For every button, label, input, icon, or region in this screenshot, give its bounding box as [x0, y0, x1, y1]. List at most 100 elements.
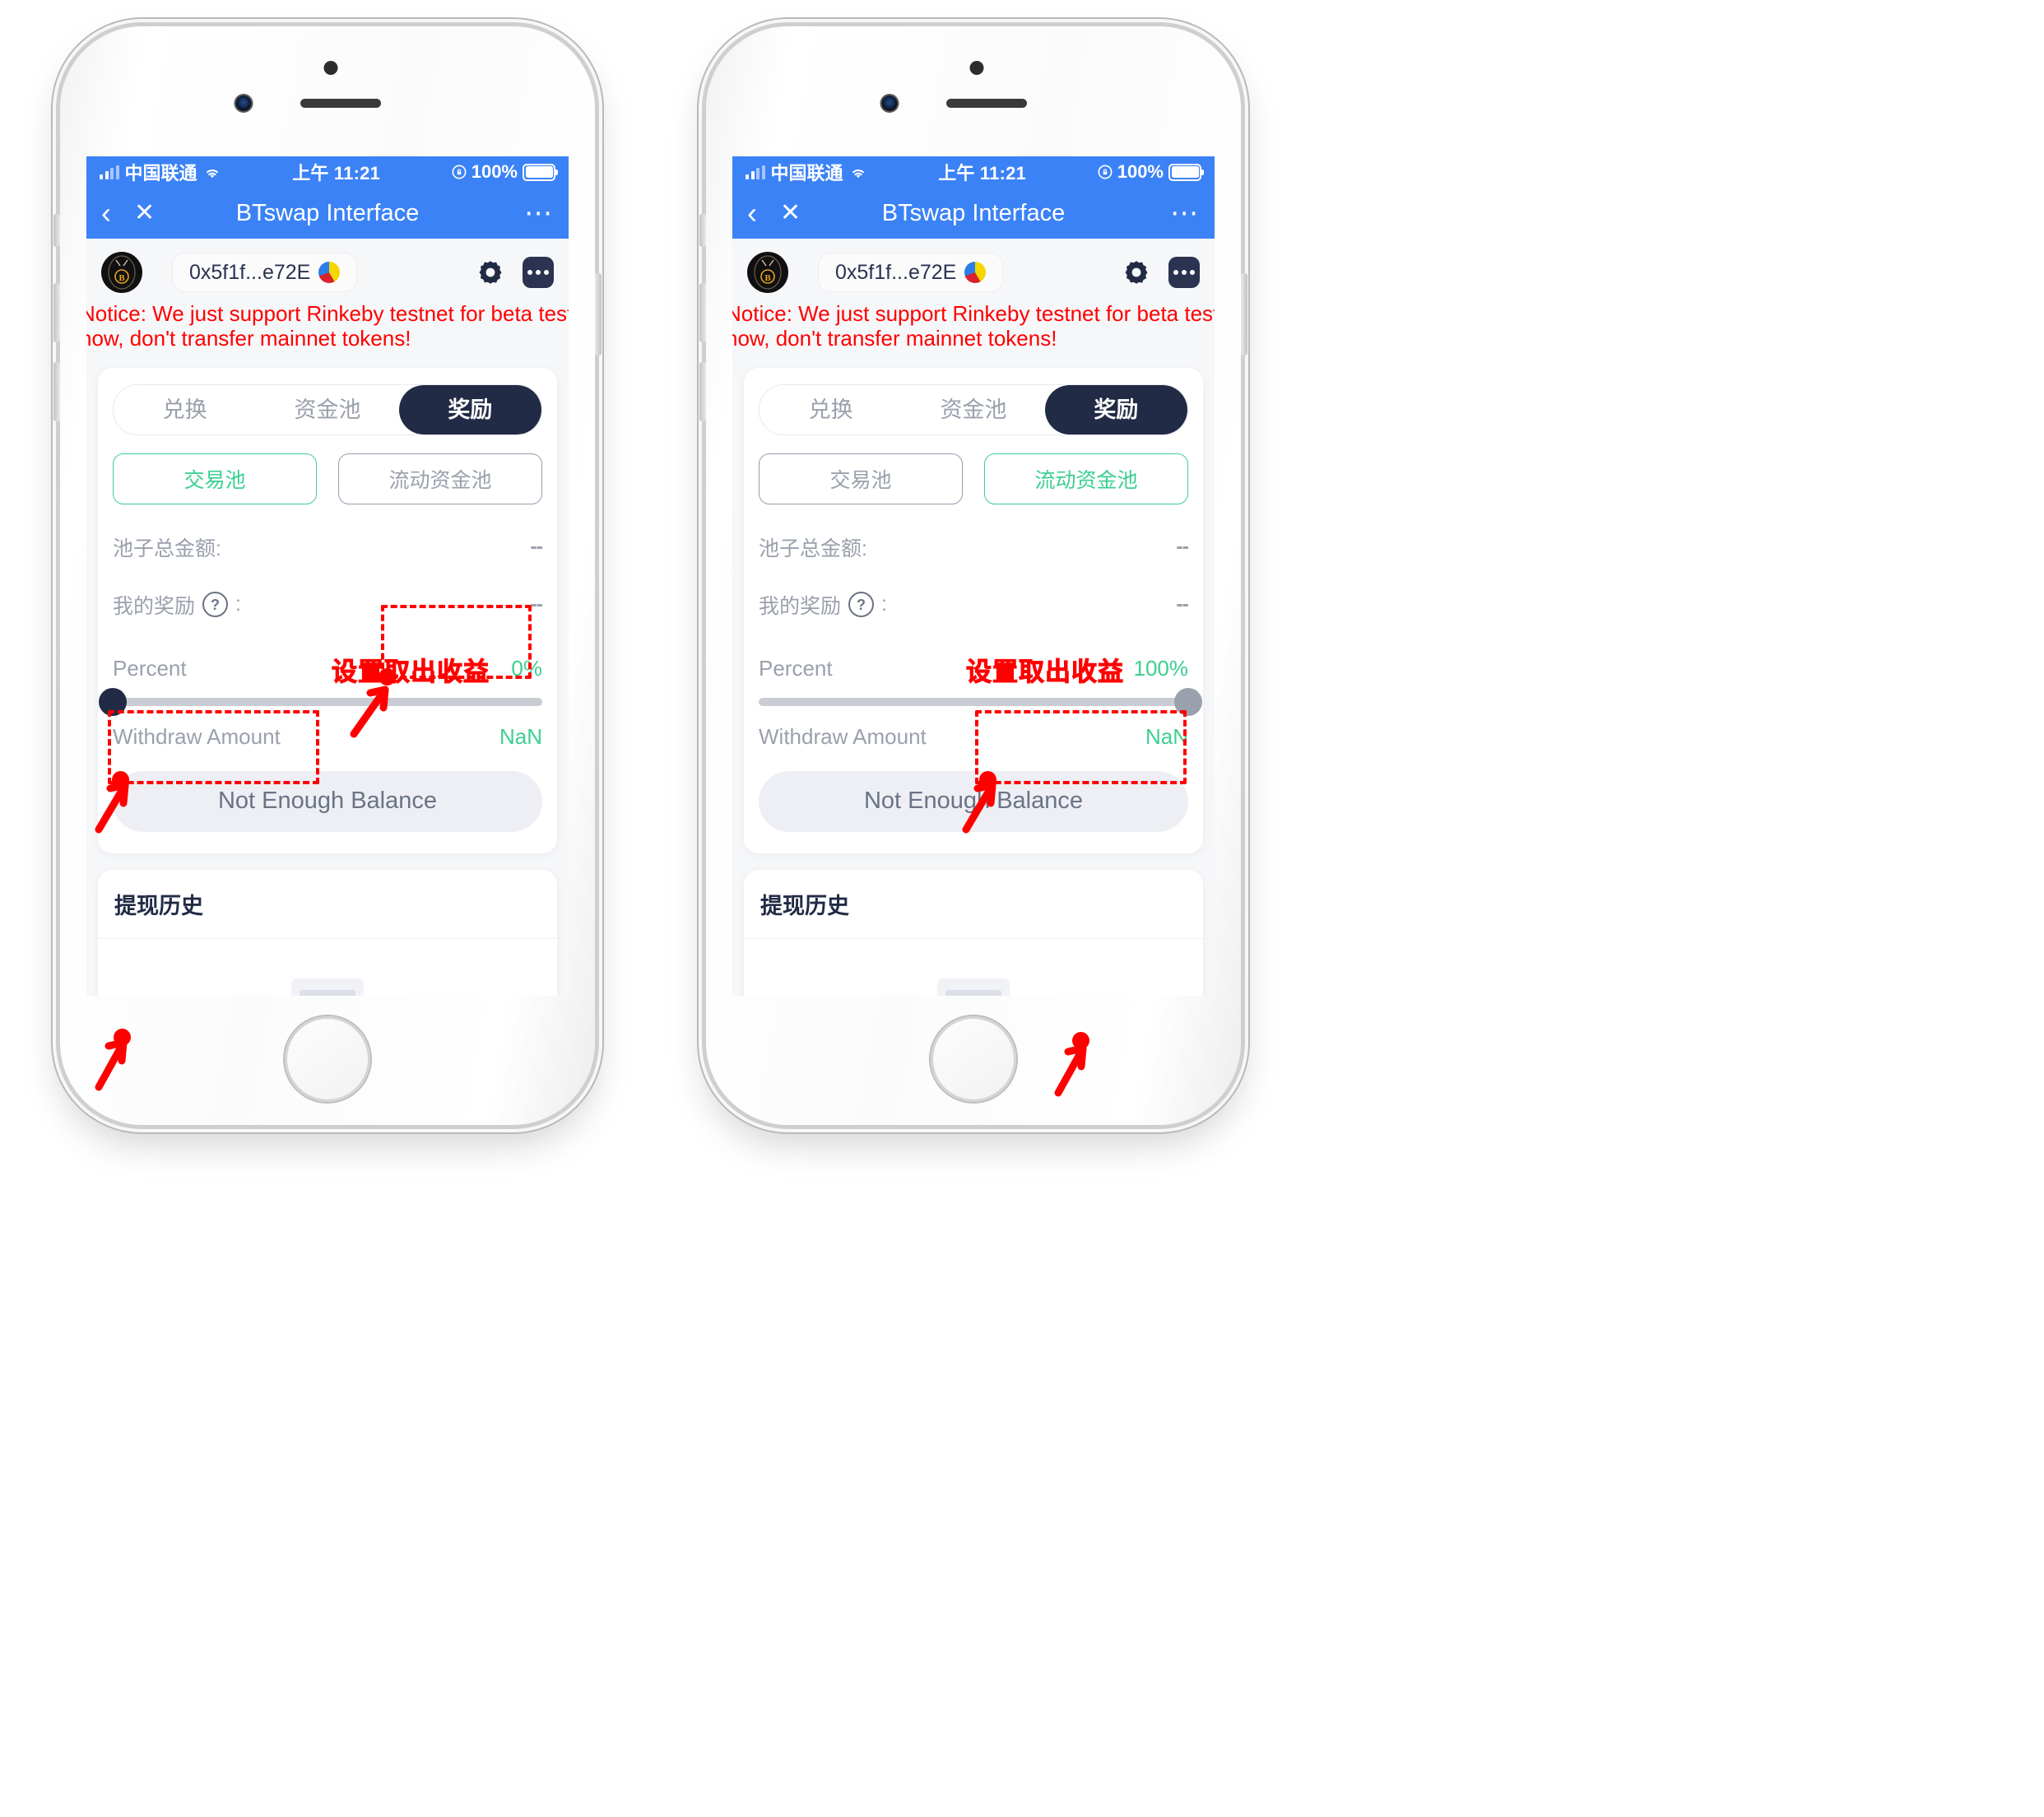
- notice-line-2: now, don't transfer mainnet tokens!: [732, 326, 1057, 351]
- wifi-icon: [852, 169, 864, 178]
- pool-option-liquidity[interactable]: 流动资金池: [338, 453, 542, 504]
- withdraw-row: Withdraw Amount NaN: [113, 724, 542, 750]
- tab-rewards[interactable]: 奖励: [398, 384, 541, 434]
- back-chevron-icon[interactable]: ‹: [101, 198, 111, 228]
- power-button[interactable]: [1241, 273, 1247, 356]
- volume-up-button[interactable]: [699, 283, 706, 342]
- percent-slider-handle[interactable]: [1174, 687, 1202, 716]
- wallet-address-pill[interactable]: 0x5f1f...e72E: [818, 253, 1004, 292]
- history-empty-state: [744, 939, 1203, 996]
- earpiece-speaker: [946, 99, 1027, 108]
- more-dots-icon[interactable]: ⋯: [524, 198, 554, 227]
- testnet-notice: Notice: We just support Rinkeby testnet …: [86, 298, 569, 358]
- pool-option-liquidity[interactable]: 流动资金池: [984, 453, 1188, 504]
- more-menu-icon[interactable]: [1168, 257, 1200, 288]
- back-chevron-icon[interactable]: ‹: [747, 198, 757, 228]
- history-card: 提现历史: [98, 869, 557, 996]
- wallet-bar: B 0x5f1f...e72E: [732, 239, 1215, 298]
- history-card: 提现历史: [744, 869, 1203, 996]
- notice-line-2: now, don't transfer mainnet tokens!: [86, 326, 411, 351]
- volume-up-button[interactable]: [53, 283, 60, 342]
- wifi-icon: [206, 169, 218, 178]
- wallet-address-label: 0x5f1f...e72E: [835, 260, 957, 284]
- close-x-icon[interactable]: ✕: [780, 201, 801, 225]
- status-bar-left: 中国联通: [100, 159, 221, 185]
- submit-button[interactable]: Not Enough Balance: [759, 770, 1188, 832]
- proximity-sensor-icon: [323, 61, 338, 75]
- submit-button[interactable]: Not Enough Balance: [113, 770, 542, 832]
- silent-switch[interactable]: [53, 214, 60, 247]
- history-title: 提现历史: [98, 870, 557, 939]
- info-label-total: 池子总金额:: [759, 537, 867, 560]
- info-value-reward: --: [530, 592, 543, 616]
- wallet-address-pill[interactable]: 0x5f1f...e72E: [172, 253, 358, 292]
- status-bar: 中国联通 上午 11:21 100%: [86, 156, 569, 188]
- question-mark-icon[interactable]: ?: [848, 592, 875, 618]
- withdraw-label: Withdraw Amount: [759, 723, 927, 749]
- app-nav-bar: ‹ ✕ BTswap Interface ⋯: [732, 188, 1215, 239]
- percent-slider-handle[interactable]: [99, 687, 127, 716]
- status-bar-left: 中国联通: [746, 159, 867, 185]
- svg-text:B: B: [118, 273, 125, 283]
- phone-screen-left: 中国联通 上午 11:21 100% ‹ ✕ BTswap Interface …: [86, 156, 569, 996]
- percent-slider-track[interactable]: [99, 687, 542, 716]
- info-label-reward-wrap: 我的奖励 ? :: [759, 590, 887, 620]
- pie-avatar-icon: [964, 262, 987, 283]
- page-title: BTswap Interface: [881, 199, 1066, 226]
- pool-option-trading[interactable]: 交易池: [113, 453, 317, 504]
- gear-icon[interactable]: [1122, 258, 1150, 286]
- silent-switch[interactable]: [699, 214, 706, 247]
- home-button[interactable]: [285, 1016, 370, 1102]
- rewards-card: 兑换 资金池 奖励 交易池 流动资金池 池子总金额: -- 我的奖励 ?: -…: [98, 367, 557, 853]
- percent-label: Percent: [759, 655, 833, 681]
- rotation-lock-icon: [452, 165, 467, 179]
- tab-pool[interactable]: 资金池: [256, 385, 398, 434]
- home-button[interactable]: [931, 1016, 1016, 1102]
- info-value-total: --: [530, 535, 543, 559]
- pie-avatar-icon: [318, 262, 341, 283]
- tab-swap[interactable]: 兑换: [760, 385, 902, 434]
- info-label-total: 池子总金额:: [113, 537, 221, 560]
- percent-value: 0%: [511, 655, 542, 681]
- info-row-reward: 我的奖励 ? : --: [759, 590, 1189, 620]
- btswap-bee-logo-icon: B: [101, 252, 142, 293]
- info-label-reward-colon: :: [881, 592, 887, 616]
- app-nav-bar: ‹ ✕ BTswap Interface ⋯: [86, 188, 569, 239]
- info-row-total: 池子总金额: --: [113, 532, 543, 562]
- info-value-total: --: [1176, 535, 1189, 559]
- earpiece-speaker: [300, 99, 381, 108]
- question-mark-icon[interactable]: ?: [202, 592, 229, 618]
- gear-icon[interactable]: [476, 258, 504, 286]
- wallet-bar: B 0x5f1f...e72E: [86, 239, 569, 298]
- volume-down-button[interactable]: [699, 362, 706, 421]
- tab-swap[interactable]: 兑换: [114, 385, 256, 434]
- screenshot-stage: 中国联通 上午 11:21 100% ‹ ✕ BTswap Interface …: [0, 0, 2044, 1817]
- more-dots-icon[interactable]: ⋯: [1170, 198, 1200, 227]
- empty-document-icon: [924, 974, 1023, 996]
- phone-device-left: 中国联通 上午 11:21 100% ‹ ✕ BTswap Interface …: [53, 26, 602, 1125]
- status-time: 上午 11:21: [292, 163, 380, 184]
- annotation-callout-left: 设置取出收益: [332, 657, 490, 686]
- info-label-reward: 我的奖励: [113, 594, 196, 618]
- pool-option-trading[interactable]: 交易池: [759, 453, 963, 504]
- status-bar-right: 100%: [452, 161, 558, 183]
- signal-bars-icon: [100, 165, 119, 179]
- power-button[interactable]: [595, 273, 602, 356]
- svg-text:B: B: [764, 273, 771, 283]
- empty-document-icon: [278, 974, 377, 996]
- volume-down-button[interactable]: [53, 362, 60, 421]
- carrier-label: 中国联通: [770, 163, 843, 184]
- signal-bars-icon: [746, 165, 765, 179]
- mode-tabs: 兑换 资金池 奖励: [759, 383, 1188, 435]
- tab-rewards[interactable]: 奖励: [1044, 384, 1187, 434]
- rewards-card: 兑换 资金池 奖励 交易池 流动资金池 池子总金额: -- 我的奖励 ?: -…: [744, 367, 1203, 853]
- battery-percent-label: 100%: [471, 161, 518, 182]
- pool-selector-row: 交易池 流动资金池: [759, 453, 1188, 504]
- percent-slider-track[interactable]: [759, 687, 1202, 716]
- percent-value: 100%: [1133, 655, 1189, 681]
- tab-pool[interactable]: 资金池: [902, 385, 1044, 434]
- phone-device-right: 中国联通 上午 11:21 100% ‹ ✕ BTswap Interface …: [699, 26, 1247, 1125]
- status-bar-right: 100%: [1098, 161, 1204, 183]
- close-x-icon[interactable]: ✕: [134, 201, 155, 225]
- more-menu-icon[interactable]: [523, 257, 554, 288]
